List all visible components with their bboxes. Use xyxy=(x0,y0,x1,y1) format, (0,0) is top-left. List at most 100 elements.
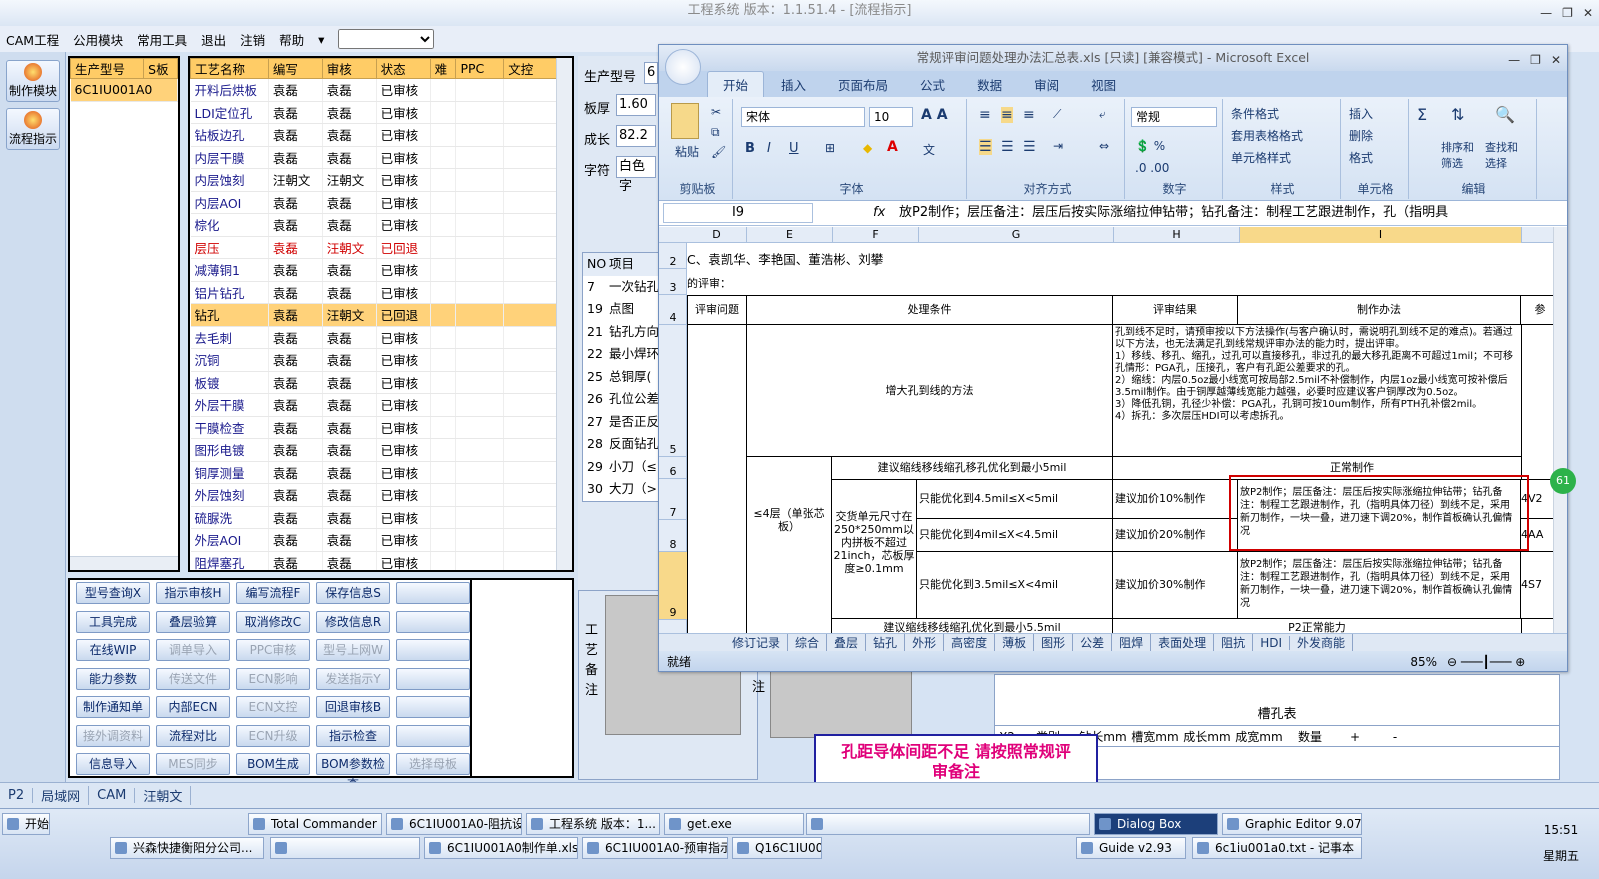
action-button[interactable]: ECN文控 xyxy=(236,696,310,718)
process-cell[interactable] xyxy=(430,393,457,417)
process-cell[interactable]: 袁磊 xyxy=(268,371,323,394)
process-row[interactable]: 铝片钻孔 袁磊 袁磊 已审核 xyxy=(190,281,558,304)
action-button[interactable]: 回退审核B xyxy=(316,696,390,718)
sheet-tab[interactable]: 钻孔 xyxy=(866,634,906,651)
taskbar-button[interactable]: 工程系统 版本：1... xyxy=(526,813,660,835)
cut-icon[interactable]: ✂ xyxy=(711,105,721,119)
col-header-writer[interactable]: 编写 xyxy=(267,58,323,79)
taskbar-button[interactable]: 6C1IU001A0-预审指示.... xyxy=(582,837,728,859)
process-cell[interactable]: 沉铜 xyxy=(190,348,269,372)
process-cell[interactable] xyxy=(455,236,505,259)
slot-col-header[interactable]: - xyxy=(1375,726,1415,746)
process-row[interactable]: 内层干膜 袁磊 袁磊 已审核 xyxy=(190,146,558,169)
process-cell[interactable]: 袁磊 xyxy=(268,146,323,169)
sheet-tab[interactable]: 综合 xyxy=(788,634,828,651)
cell-r10-condition[interactable]: 建议缩线移线缩孔优化到最小5.5mil xyxy=(831,618,1113,633)
process-row[interactable]: 外层干膜 袁磊 袁磊 已审核 xyxy=(190,393,558,417)
process-cell[interactable] xyxy=(503,146,558,169)
slot-col-header[interactable]: 成宽mm xyxy=(1233,726,1285,746)
item-row[interactable]: 22 最小焊环 xyxy=(583,343,661,366)
action-button[interactable]: 能力参数 xyxy=(76,667,150,690)
action-button[interactable]: 选择母板 xyxy=(396,753,470,775)
action-button[interactable] xyxy=(396,696,470,718)
delete-button[interactable]: 删除 xyxy=(1349,127,1373,144)
item-row[interactable]: 28 反面钻孔 xyxy=(583,433,661,456)
action-button[interactable]: 信息导入 xyxy=(76,753,150,775)
paste-label[interactable]: 粘贴 xyxy=(675,143,699,160)
cell-i9[interactable]: 放P2制作；层压备注：层压后按实际涨缩拉伸钻带；钻孔备注：制程工艺跟进制作，孔（… xyxy=(1237,551,1521,619)
insert-button[interactable]: 插入 xyxy=(1349,105,1373,122)
process-row[interactable]: 板镀 袁磊 袁磊 已审核 xyxy=(190,371,558,394)
font-size-box[interactable]: 10 xyxy=(869,107,913,127)
paste-icon[interactable] xyxy=(671,103,699,139)
process-cell[interactable] xyxy=(430,528,457,552)
process-cell[interactable]: 钻板边孔 xyxy=(190,123,269,147)
taskbar-button[interactable]: Total Commander 7.... xyxy=(248,813,382,835)
field-char[interactable]: 白色字 xyxy=(616,156,656,194)
action-button[interactable]: 工具完成 xyxy=(76,610,150,633)
slot-col-header[interactable]: 槽宽mm xyxy=(1129,726,1181,746)
process-cell[interactable]: 已审核 xyxy=(376,281,431,304)
action-button[interactable] xyxy=(396,724,470,747)
process-cell[interactable]: 内层干膜 xyxy=(190,146,269,169)
process-cell[interactable]: 袁磊 xyxy=(268,303,323,327)
column-header[interactable]: H xyxy=(1114,227,1240,243)
process-cell[interactable]: 已审核 xyxy=(376,348,431,372)
process-cell[interactable]: 已审核 xyxy=(376,506,431,529)
hdr-condition[interactable]: 处理条件 xyxy=(746,295,1113,325)
ribbon-tab[interactable]: 审阅 xyxy=(1019,72,1074,97)
zoom-level[interactable]: 85% xyxy=(1410,651,1437,671)
process-cell[interactable]: 已审核 xyxy=(376,416,431,439)
row-header[interactable]: 5 xyxy=(659,325,687,457)
process-cell[interactable]: 铜厚测量 xyxy=(190,461,269,484)
process-cell[interactable]: 袁磊 xyxy=(322,326,377,349)
wrap-text-icon[interactable]: ⤶ xyxy=(1099,107,1106,122)
cell-j9[interactable]: 4S7 xyxy=(1520,551,1557,619)
process-cell[interactable]: 汪朝文 xyxy=(322,303,377,327)
process-cell[interactable]: 袁磊 xyxy=(322,348,377,372)
bold-icon[interactable]: B xyxy=(745,141,755,156)
process-cell[interactable] xyxy=(503,483,558,507)
process-cell[interactable]: 已审核 xyxy=(376,191,431,214)
process-cell[interactable]: 袁磊 xyxy=(322,483,377,507)
process-cell[interactable] xyxy=(455,146,505,169)
process-cell[interactable]: 已审核 xyxy=(376,146,431,169)
process-cell[interactable] xyxy=(430,303,457,327)
action-button[interactable]: MES同步 xyxy=(156,753,230,775)
process-cell[interactable] xyxy=(503,438,558,462)
process-cell[interactable] xyxy=(430,438,457,462)
process-row[interactable]: 干膜检查 袁磊 袁磊 已审核 xyxy=(190,416,558,439)
process-cell[interactable]: 袁磊 xyxy=(322,416,377,439)
fill-color-icon[interactable]: ◆ xyxy=(863,141,872,155)
sheet-tab[interactable]: HDI xyxy=(1253,635,1290,650)
process-cell[interactable] xyxy=(430,146,457,169)
horizontal-scrollbar[interactable] xyxy=(70,556,178,570)
process-cell[interactable] xyxy=(430,461,457,484)
process-row[interactable]: 外层AOI 袁磊 袁磊 已审核 xyxy=(190,528,558,552)
process-row[interactable]: 沉铜 袁磊 袁磊 已审核 xyxy=(190,348,558,372)
process-cell[interactable] xyxy=(430,258,457,282)
process-cell[interactable]: 已审核 xyxy=(376,326,431,349)
sort-icon[interactable]: ⇅ xyxy=(1451,105,1464,124)
item-row[interactable]: 27 是否正反 xyxy=(583,411,661,434)
excel-close-icon[interactable]: ✕ xyxy=(1551,47,1561,73)
process-cell[interactable]: 袁磊 xyxy=(322,551,377,570)
process-cell[interactable]: 袁磊 xyxy=(322,438,377,462)
sheet-tab[interactable]: 外发商能 xyxy=(1290,634,1354,651)
phonetic-icon[interactable]: 文 xyxy=(923,141,935,158)
process-row[interactable]: 阻焊塞孔 袁磊 袁磊 已审核 xyxy=(190,551,558,570)
process-cell[interactable]: 阻焊塞孔 xyxy=(190,551,269,570)
process-cell[interactable]: 袁磊 xyxy=(268,348,323,372)
hdr-ref[interactable]: 参 xyxy=(1520,295,1557,325)
process-cell[interactable] xyxy=(455,393,505,417)
find-select-button[interactable]: 查找和选择 xyxy=(1485,139,1525,171)
col-header-difficulty[interactable]: 难 xyxy=(429,58,457,79)
action-button[interactable]: 修改信息R xyxy=(316,610,390,633)
process-cell[interactable] xyxy=(503,348,558,372)
process-cell[interactable] xyxy=(430,236,457,259)
menu-select[interactable] xyxy=(338,29,435,49)
cell-h8[interactable]: 建议加价20%制作 xyxy=(1112,518,1238,552)
cell-r10-method[interactable]: P2正常能力 xyxy=(1112,618,1522,633)
conditional-format-button[interactable]: 条件格式 xyxy=(1231,105,1279,122)
font-name-box[interactable]: 宋体 xyxy=(741,107,865,127)
